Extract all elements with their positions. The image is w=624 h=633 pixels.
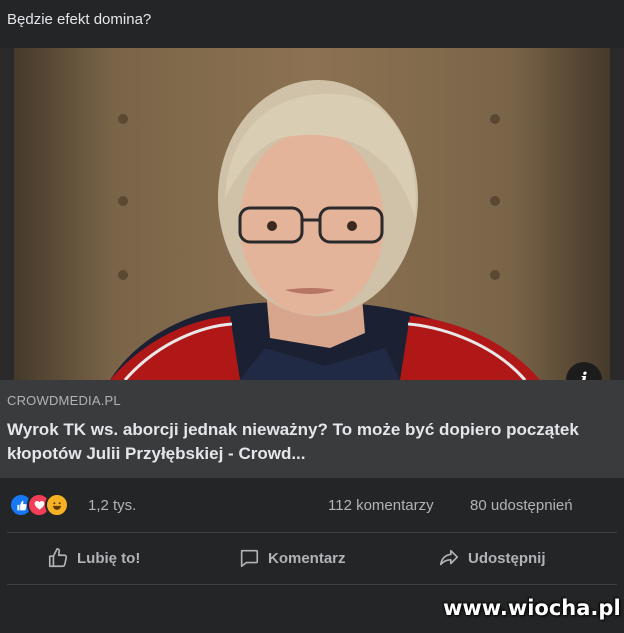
share-count[interactable]: 80 udostępnień bbox=[470, 497, 573, 514]
like-button-label: Lubię to! bbox=[77, 549, 141, 567]
divider bbox=[7, 584, 617, 585]
link-title[interactable]: Wyrok TK ws. aborcji jednak nieważny? To… bbox=[7, 418, 607, 466]
comment-button[interactable]: Komentarz bbox=[238, 540, 346, 576]
share-button[interactable]: Udostępnij bbox=[438, 540, 546, 576]
divider bbox=[7, 532, 617, 533]
link-preview-image[interactable] bbox=[0, 48, 624, 380]
portrait-photo bbox=[110, 80, 540, 380]
watermark: www.wiocha.pl bbox=[443, 596, 621, 620]
thumbs-up-icon bbox=[48, 548, 68, 568]
link-domain: CROWDMEDIA.PL bbox=[7, 393, 121, 408]
share-button-label: Udostępnij bbox=[468, 549, 546, 567]
like-button[interactable]: Lubię to! bbox=[47, 540, 140, 576]
share-icon bbox=[439, 549, 459, 566]
link-preview-meta[interactable]: CROWDMEDIA.PL Wyrok TK ws. aborcji jedna… bbox=[0, 380, 624, 478]
post-text: Będzie efekt domina? bbox=[7, 11, 152, 28]
comment-button-label: Komentarz bbox=[268, 549, 346, 567]
comment-count[interactable]: 112 komentarzy bbox=[328, 497, 434, 514]
reaction-count[interactable]: 1,2 tys. bbox=[88, 497, 136, 514]
comment-icon bbox=[240, 549, 259, 568]
reaction-icons[interactable] bbox=[9, 493, 69, 517]
haha-icon bbox=[45, 493, 69, 517]
